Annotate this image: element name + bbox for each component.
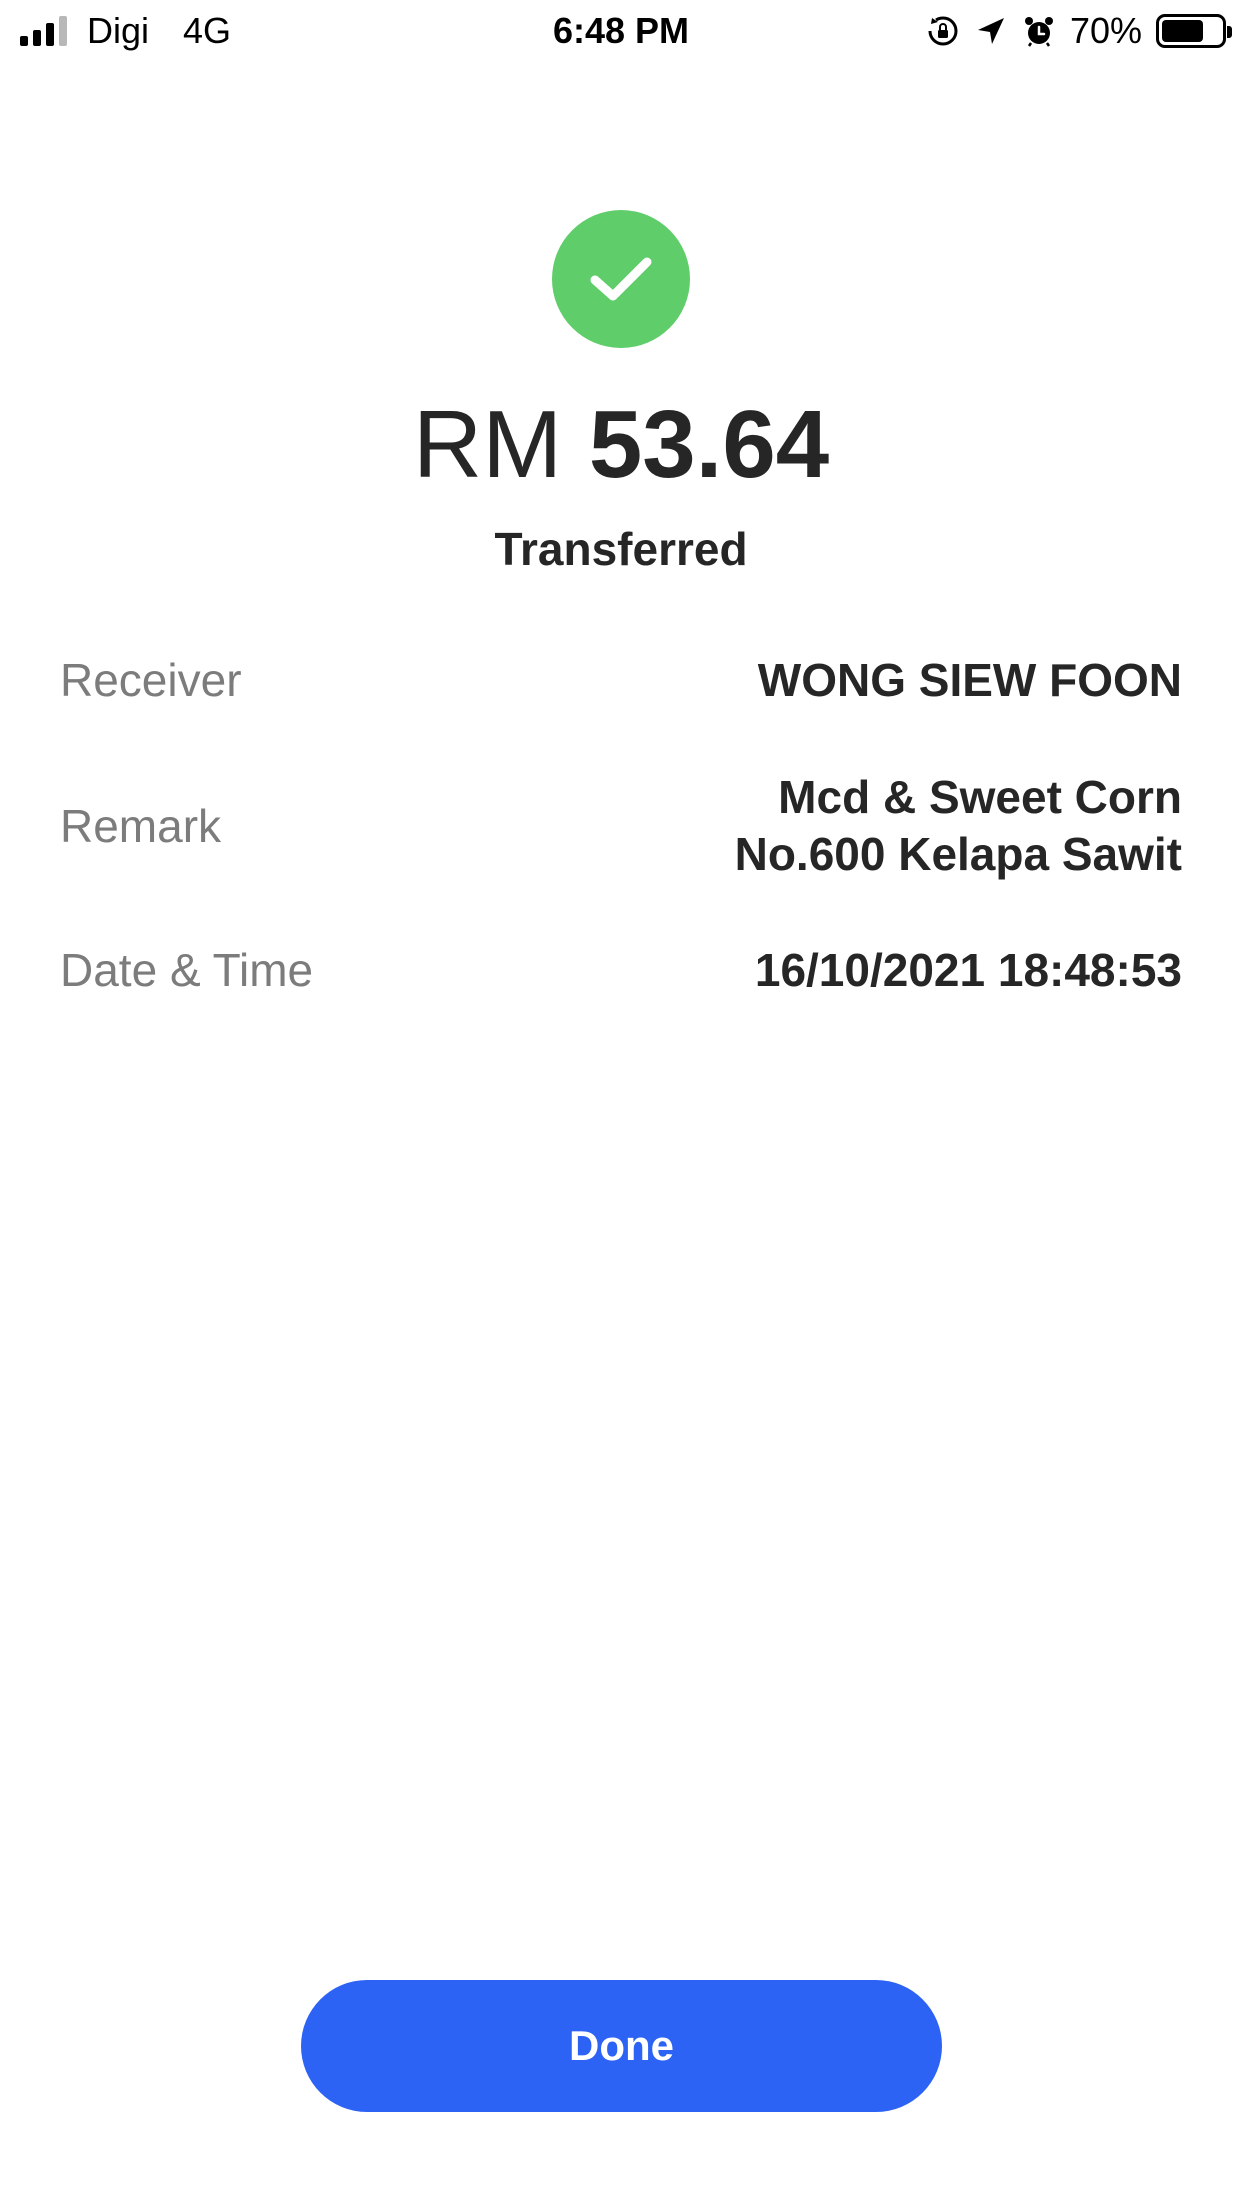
receiver-label: Receiver — [60, 654, 242, 706]
remark-label: Remark — [60, 800, 222, 852]
status-bar-left: Digi 4G — [20, 10, 231, 52]
orientation-lock-icon — [927, 16, 958, 46]
datetime-value: 16/10/2021 18:48:53 — [754, 943, 1182, 996]
datetime-label: Date & Time — [60, 944, 314, 996]
amount-value: 53.64 — [588, 391, 830, 498]
transfer-status: Transferred — [494, 523, 748, 575]
detail-row-datetime: Date & Time 16/10/2021 18:48:53 — [60, 940, 1182, 1000]
network-type: 4G — [183, 10, 232, 51]
alarm-icon — [1024, 17, 1053, 47]
amount-currency: RM — [412, 391, 563, 498]
status-bar: Digi 4G 6:48 PM 70% — [0, 0, 1242, 62]
transfer-success-screen: Digi 4G 6:48 PM 70% RM 53.64 Transferred… — [0, 0, 1242, 2208]
done-button[interactable]: Done — [301, 1980, 942, 2112]
location-arrow-icon — [977, 18, 1004, 44]
transfer-amount: RM 53.64 — [0, 390, 1242, 500]
battery-level-fill — [1162, 20, 1203, 42]
checkmark-glyph — [590, 257, 652, 301]
battery-icon — [1156, 14, 1232, 48]
signal-icon — [20, 16, 67, 46]
receiver-value: WONG SIEW FOON — [757, 653, 1182, 706]
remark-line-1: Mcd & Sweet Corn — [778, 771, 1182, 823]
remark-line-2: No.600 Kelapa Sawit — [734, 828, 1182, 880]
carrier-name: Digi — [87, 10, 150, 51]
checkmark-icon — [552, 210, 690, 348]
remark-value: Mcd & Sweet Corn No.600 Kelapa Sawit — [735, 769, 1182, 883]
detail-row-receiver: Receiver WONG SIEW FOON — [60, 650, 1182, 710]
detail-row-remark: Remark Mcd & Sweet Corn No.600 Kelapa Sa… — [60, 766, 1182, 886]
status-bar-right: 70% — [926, 10, 1232, 52]
battery-percent: 70% — [1069, 10, 1142, 51]
